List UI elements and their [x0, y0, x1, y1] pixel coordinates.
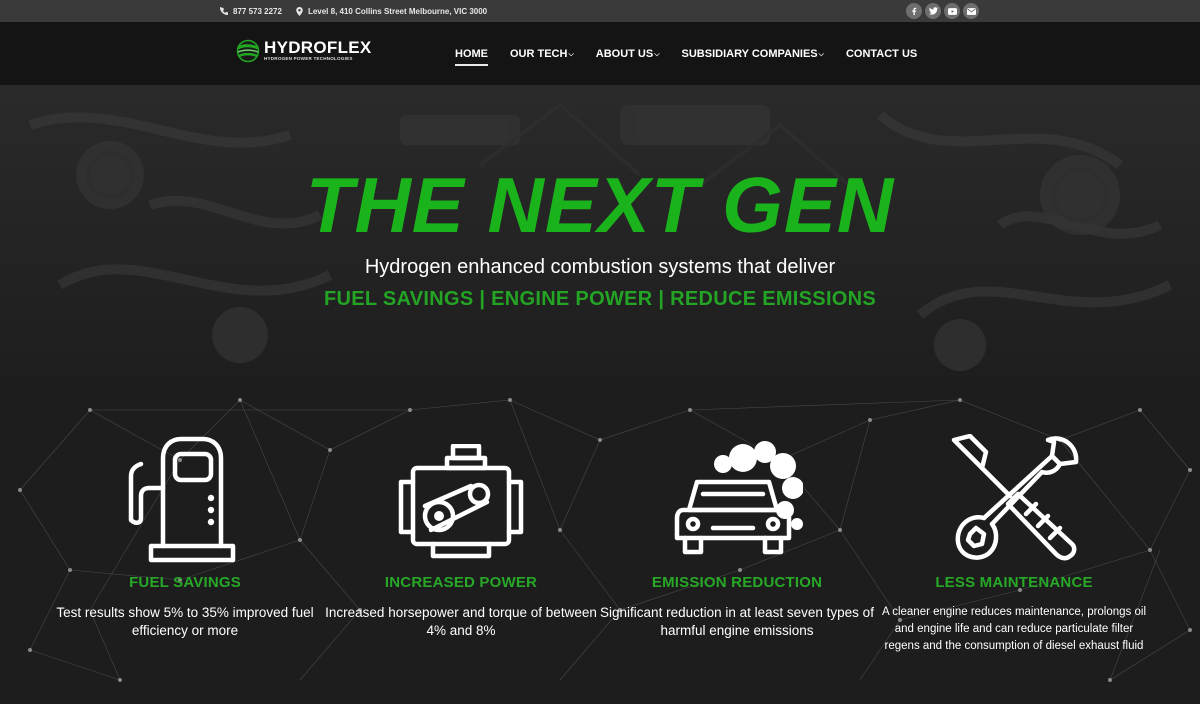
globe-logo-icon [236, 39, 260, 63]
facebook-icon[interactable] [906, 3, 922, 19]
nav-subsidiary-label: SUBSIDIARY COMPANIES [681, 48, 818, 60]
feature-description: A cleaner engine reduces maintenance, pr… [881, 606, 1147, 652]
address-text: Level 8, 410 Collins Street Melbourne, V… [307, 6, 488, 16]
engine-icon [398, 444, 524, 559]
nav-home-label: HOME [455, 48, 488, 60]
phone-number: 877 573 2272 [233, 6, 282, 16]
feature-title: INCREASED POWER [384, 574, 538, 591]
nav-item-contact-us[interactable]: CONTACT US [846, 48, 917, 60]
nav-menu: HOME OUR TECH⌵ ABOUT US⌵ SUBSIDIARY COMP… [455, 48, 917, 66]
twitter-icon[interactable] [925, 3, 941, 19]
nav-about-us-label: ABOUT US [595, 48, 654, 60]
feature-description: Significant reduction in at least seven … [600, 605, 874, 638]
hero-tagline: FUEL SAVINGS | ENGINE POWER | REDUCE EMI… [323, 288, 877, 310]
email-icon[interactable] [963, 3, 979, 19]
contact-info: 877 573 2272 Level 8, 410 Collins Street… [220, 0, 487, 22]
nav-item-subsidiary-companies[interactable]: SUBSIDIARY COMPANIES⌵ [682, 48, 824, 60]
chevron-down-icon: ⌵ [654, 51, 660, 58]
feature-description: Test results show 5% to 35% improved fue… [56, 605, 314, 638]
nav-contact-us-label: CONTACT US [845, 48, 918, 60]
location-pin-icon [296, 6, 303, 16]
tools-icon [951, 434, 1079, 561]
nav-item-our-tech[interactable]: OUR TECH⌵ [510, 48, 574, 60]
logo-tagline: HYDROGEN POWER TECHNOLOGIES [264, 56, 353, 61]
nav-item-about-us[interactable]: ABOUT US⌵ [596, 48, 660, 60]
car-emission-icon [674, 441, 803, 555]
chevron-down-icon: ⌵ [568, 51, 574, 58]
hero-subtitle: Hydrogen enhanced combustion systems tha… [364, 256, 836, 278]
nav-item-home[interactable]: HOME [455, 48, 488, 66]
youtube-icon[interactable] [944, 3, 960, 19]
nav-our-tech-label: OUR TECH [510, 48, 568, 60]
features-section: FUEL SAVINGS Test results show 5% to 35%… [0, 380, 1200, 704]
feature-title: EMISSION REDUCTION [651, 574, 823, 591]
logo-wordmark: HYDROFLEX HYDROGEN POWER TECHNOLOGIES [264, 38, 372, 62]
feature-description: Increased horsepower and torque of betwe… [325, 605, 597, 638]
address-item: Level 8, 410 Collins Street Melbourne, V… [296, 6, 488, 16]
site-logo[interactable]: HYDROFLEX HYDROGEN POWER TECHNOLOGIES [236, 39, 372, 63]
hero-title: THE NEXT GEN [305, 161, 895, 249]
top-bar: 877 573 2272 Level 8, 410 Collins Street… [0, 0, 1200, 22]
feature-title: LESS MAINTENANCE [935, 574, 1093, 591]
fuel-pump-icon [128, 436, 236, 563]
chevron-down-icon: ⌵ [818, 51, 824, 58]
phone-icon [220, 7, 228, 15]
phone-item[interactable]: 877 573 2272 [220, 7, 282, 16]
social-links [906, 3, 979, 19]
logo-brand: HYDROFLEX [264, 38, 372, 57]
feature-title: FUEL SAVINGS [129, 574, 241, 591]
